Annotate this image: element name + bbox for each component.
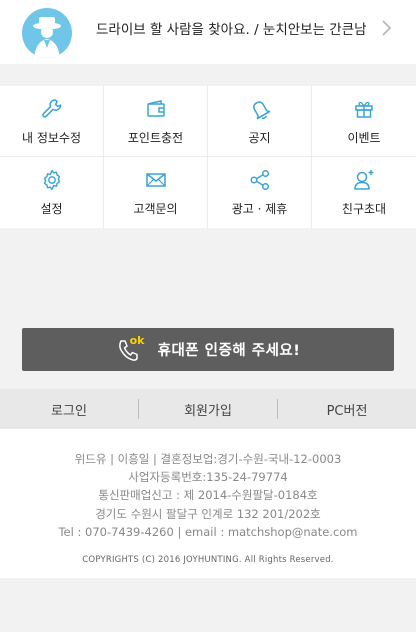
envelope-icon (145, 173, 166, 187)
share-icon (249, 169, 269, 191)
login-link[interactable]: 로그인 (0, 400, 138, 419)
phone-icon: ok (116, 333, 145, 363)
menu-item-event[interactable]: 이벤트 (312, 86, 416, 157)
menu-label: 내 정보수정 (21, 130, 81, 145)
bell-icon (252, 100, 270, 119)
menu-label: 이벤트 (347, 130, 381, 145)
footer-contact: Tel : 070-7439-4260 | email : matchshop@… (58, 524, 358, 539)
auth-bar: 로그인 회원가입 PC버전 (0, 389, 416, 429)
menu-item-ad-partnership[interactable]: 광고 · 제휴 (208, 157, 312, 228)
menu-label: 고객문의 (133, 202, 178, 216)
menu-item-invite-friend[interactable]: 친구초대 (312, 157, 416, 228)
avatar[interactable] (22, 8, 72, 58)
footer-address: 경기도 수원시 팔달구 인계로 132 201/202호 (95, 506, 321, 521)
menu-label: 광고 · 제휴 (231, 202, 288, 216)
signup-link[interactable]: 회원가입 (139, 400, 277, 419)
phone-verify-label: 휴대폰 인증해 주세요! (157, 343, 301, 359)
ok-badge: ok (129, 333, 145, 347)
footer-ecommerce-registration: 통신판매업신고 : 제 2014-수원팔달-0184호 (98, 488, 318, 503)
phone-verify-button[interactable]: ok 휴대폰 인증해 주세요! (22, 328, 394, 371)
chevron-right-icon[interactable] (378, 16, 396, 40)
menu-label: 친구초대 (341, 202, 387, 216)
footer-business-number: 사업자등록번호:135-24-79774 (128, 470, 288, 485)
footer: 위드유 | 이흥일 | 결혼정보업:경기-수원-국내-12-0003 사업자등록… (0, 429, 416, 578)
menu-item-notice[interactable]: 공지 (208, 86, 312, 157)
profile-header[interactable]: 드라이브 할 사람을 찾아요. / 눈치안보는 간큰남 (0, 0, 416, 64)
copyright: COPYRIGHTS (C) 2016 JOYHUNTING. All Righ… (82, 555, 334, 566)
profile-status-text: 드라이브 할 사람을 찾아요. / 눈치안보는 간큰남 (96, 22, 366, 38)
gear-icon (43, 169, 60, 191)
menu-item-edit-profile[interactable]: 내 정보수정 (0, 86, 104, 157)
menu-item-point-charge[interactable]: 포인트충전 (104, 86, 208, 157)
menu-label: 공지 (248, 130, 271, 145)
menu-item-settings[interactable]: 설정 (0, 157, 104, 228)
menu-grid: 내 정보수정 포인트충전 공지 이벤트 설정 고객문의 광고 · 제휴 친구초대 (0, 86, 416, 228)
add-friend-icon (354, 170, 374, 190)
gift-icon (355, 101, 373, 118)
footer-company-info: 위드유 | 이흥일 | 결혼정보업:경기-수원-국내-12-0003 (74, 452, 342, 466)
wrench-icon (41, 98, 61, 118)
menu-label: 포인트충전 (127, 130, 184, 145)
wallet-icon (146, 99, 165, 117)
menu-label: 설정 (40, 202, 63, 216)
pc-version-link[interactable]: PC버전 (278, 400, 416, 419)
menu-item-customer-inquiry[interactable]: 고객문의 (104, 157, 208, 228)
